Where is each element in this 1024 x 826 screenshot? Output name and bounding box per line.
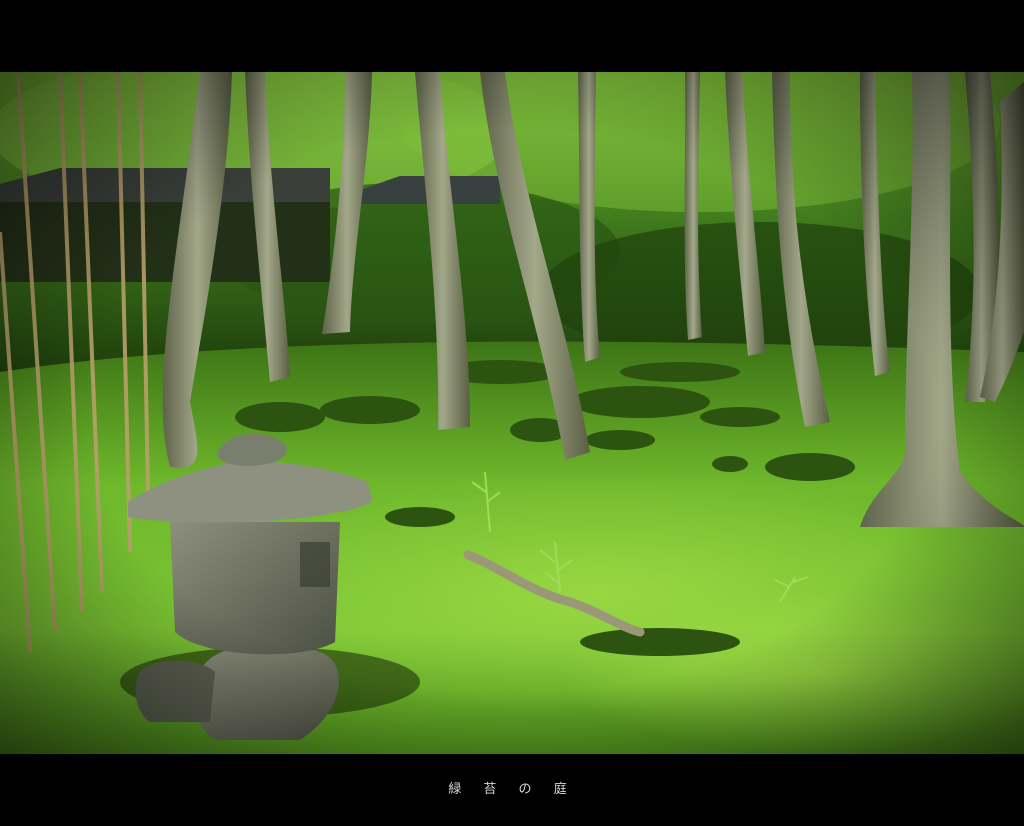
moss-garden-photo (0, 72, 1024, 754)
top-letterbox-bar (0, 0, 1024, 72)
moss-garden-illustration (0, 72, 1024, 754)
photo-caption: 緑 苔 の 庭 (448, 782, 576, 797)
